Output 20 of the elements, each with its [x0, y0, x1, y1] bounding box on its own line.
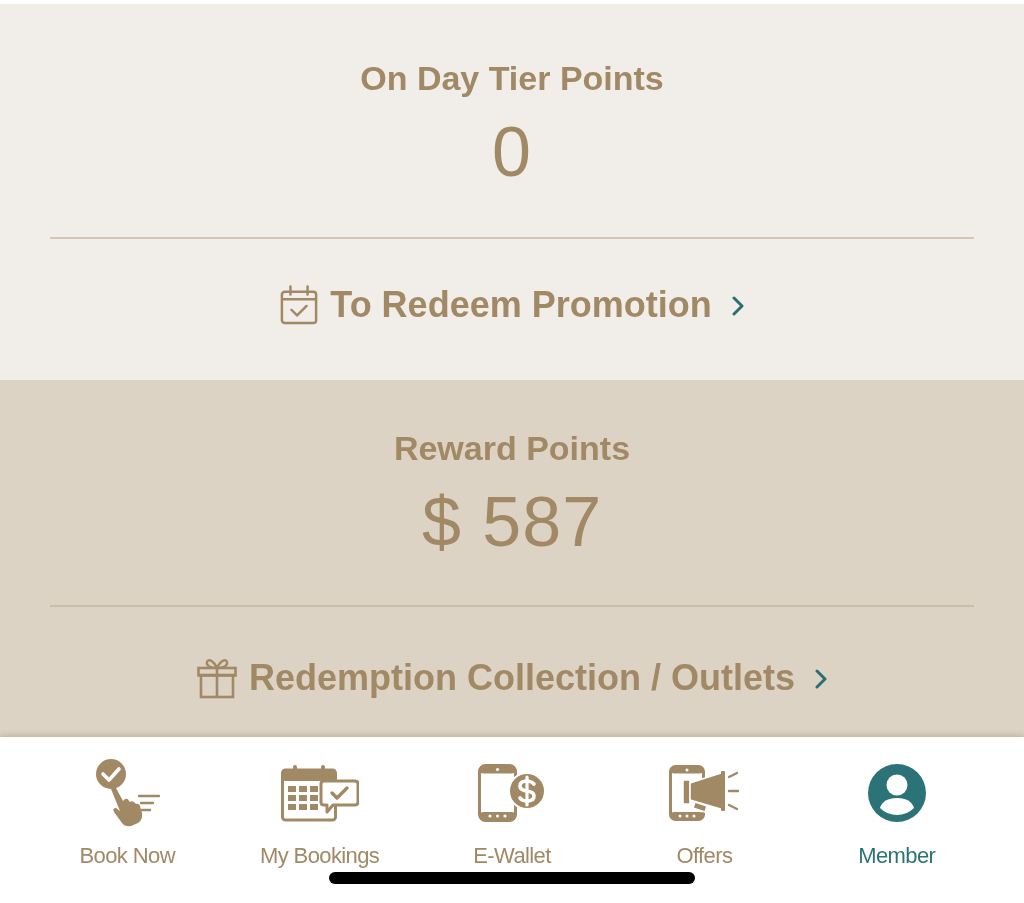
panel-title: On Day Tier Points [360, 58, 664, 98]
chevron-right-icon [815, 669, 827, 689]
tab-bar-item[interactable]: Member [858, 759, 936, 869]
link-button[interactable]: Redemption Collection / Outlets [197, 656, 827, 700]
points-value: 0 [492, 112, 532, 192]
tab-bar-item[interactable]: Offers [669, 759, 740, 869]
panel-title: Reward Points [393, 428, 631, 468]
tab-bar-item[interactable]: E-Wallet [473, 759, 551, 869]
phone-dollar-coin-icon [478, 764, 546, 822]
points-value: $ 587 [421, 482, 603, 562]
tab-bar-item[interactable]: Book Now [79, 759, 175, 869]
chevron-right-icon [731, 296, 744, 316]
calendar-chat-check-icon [280, 764, 359, 822]
phone-megaphone-icon [669, 765, 740, 821]
user-avatar-icon [867, 764, 926, 822]
hand-tap-check-icon [94, 759, 161, 827]
link-button[interactable]: To Redeem Promotion [280, 283, 744, 327]
calendar-check-icon [280, 285, 319, 325]
gift-icon [197, 657, 237, 699]
tab-bar-item[interactable]: My Bookings [259, 759, 380, 869]
